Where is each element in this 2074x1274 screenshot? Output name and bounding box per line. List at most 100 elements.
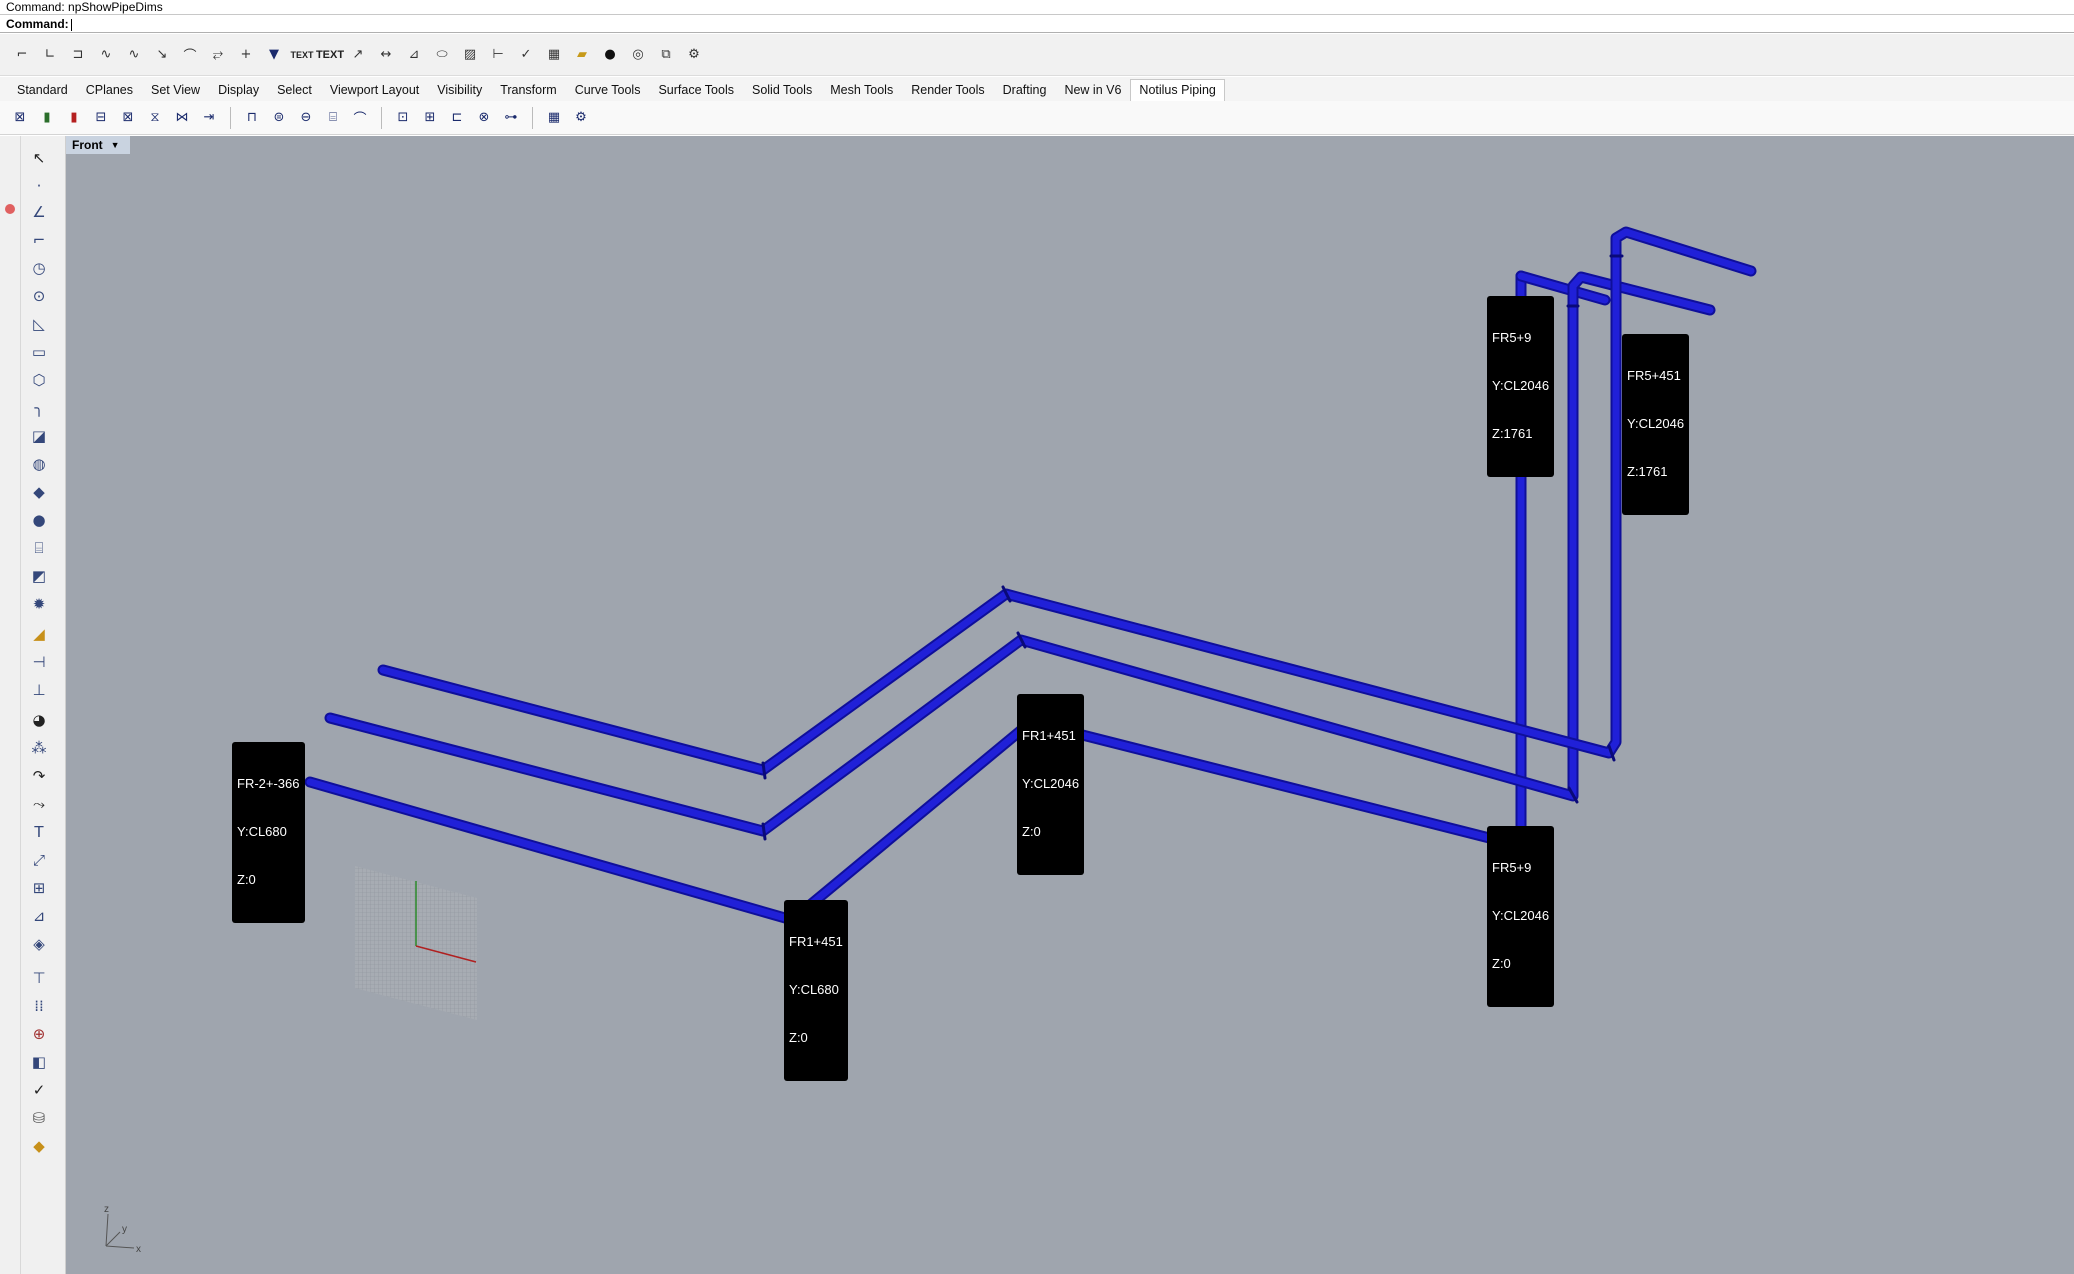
options-icon[interactable]: ⚙: [682, 43, 706, 67]
box-tool-icon[interactable]: ◆: [26, 480, 52, 504]
pipe-elbow-icon[interactable]: ⧖: [143, 106, 167, 130]
extrude-tool-icon[interactable]: ◧: [26, 1050, 52, 1074]
line-icon[interactable]: ⊐: [66, 43, 90, 67]
surface-tool-icon[interactable]: ◪: [26, 424, 52, 448]
command-line[interactable]: Command:: [0, 16, 2074, 33]
gear-tool-icon[interactable]: ✹: [26, 592, 52, 616]
polyline-icon[interactable]: ∟: [38, 43, 62, 67]
tab-set-view[interactable]: Set View: [142, 79, 209, 101]
conic-icon[interactable]: ⌒: [178, 43, 202, 67]
pipe-tree-icon[interactable]: ⊶: [499, 106, 523, 130]
curve-tool-icon[interactable]: ⌐: [26, 228, 52, 252]
tab-cplanes[interactable]: CPlanes: [77, 79, 142, 101]
pipe-bend-icon[interactable]: ⌒: [348, 106, 372, 130]
text-icon[interactable]: TEXT: [290, 43, 314, 67]
layout-icon[interactable]: ⧉: [654, 43, 678, 67]
mesh-tool-icon[interactable]: ◩: [26, 564, 52, 588]
split-tool-icon[interactable]: ⤳: [26, 792, 52, 816]
viewport-front[interactable]: Front ▼ FR-2+-366 Y:CL680 Z:0 FR1+451 Y:…: [66, 136, 2074, 1274]
chevron-down-icon[interactable]: ▼: [111, 136, 120, 154]
sphere-render-icon[interactable]: ●: [598, 43, 622, 67]
layer-tool-icon[interactable]: ◕: [26, 708, 52, 732]
tab-notilus-piping[interactable]: Notilus Piping: [1130, 79, 1225, 101]
dimension-tool-icon[interactable]: ◢: [26, 622, 52, 646]
cylinder-tool-icon[interactable]: ⌸: [26, 536, 52, 560]
tab-select[interactable]: Select: [268, 79, 321, 101]
polyline-tool-icon[interactable]: ∠: [26, 200, 52, 224]
tab-display[interactable]: Display: [209, 79, 268, 101]
interp-curve-icon[interactable]: ∿: [122, 43, 146, 67]
leader-icon[interactable]: ↗: [346, 43, 370, 67]
scale-tool-icon[interactable]: ⤢: [26, 848, 52, 872]
record-icon[interactable]: [5, 204, 15, 214]
point-icon[interactable]: +: [234, 43, 258, 67]
select-arrow-icon[interactable]: ↖: [26, 146, 52, 170]
helix-icon[interactable]: ⥂: [206, 43, 230, 67]
pipe-table-icon[interactable]: ▦: [542, 106, 566, 130]
pipe-segment-icon[interactable]: ▮: [35, 106, 59, 130]
tab-transform[interactable]: Transform: [491, 79, 566, 101]
snap-tool-icon[interactable]: ⊕: [26, 1022, 52, 1046]
annotation-icon[interactable]: ⊢: [486, 43, 510, 67]
rectangle-tool-icon[interactable]: ▭: [26, 340, 52, 364]
tab-surface-tools[interactable]: Surface Tools: [649, 79, 743, 101]
pipe-export-icon[interactable]: ⇥: [197, 106, 221, 130]
viewport-title-tab[interactable]: Front ▼: [66, 136, 130, 154]
align-tool-icon[interactable]: ⊤: [26, 966, 52, 990]
polygon-tool-icon[interactable]: ⬡: [26, 368, 52, 392]
curve-icon[interactable]: ∿: [94, 43, 118, 67]
sketch-curve-icon[interactable]: ↘: [150, 43, 174, 67]
table-icon[interactable]: ▦: [542, 43, 566, 67]
trim-tool-icon[interactable]: ↷: [26, 764, 52, 788]
tab-drafting[interactable]: Drafting: [994, 79, 1056, 101]
pipe-cylinder-icon[interactable]: ⌸: [321, 106, 345, 130]
tab-mesh-tools[interactable]: Mesh Tools: [821, 79, 902, 101]
fillet-tool-icon[interactable]: ╮: [26, 396, 52, 420]
pipe-reducer-icon[interactable]: ⊖: [294, 106, 318, 130]
project-tool-icon[interactable]: ⊿: [26, 904, 52, 928]
pipe-isometric-icon[interactable]: ⊏: [445, 106, 469, 130]
circle-tool-icon[interactable]: ◷: [26, 256, 52, 280]
tab-standard[interactable]: Standard: [8, 79, 77, 101]
text-object-icon[interactable]: TEXT: [316, 43, 344, 67]
pipe-valve-icon[interactable]: ⋈: [170, 106, 194, 130]
linear-dim-icon[interactable]: ↔: [374, 43, 398, 67]
group-tool-icon[interactable]: ⊞: [26, 876, 52, 900]
radius-dim-icon[interactable]: ⊿: [402, 43, 426, 67]
pipe-show-dims-icon[interactable]: ⊗: [472, 106, 496, 130]
pipe-settings-icon[interactable]: ⚙: [569, 106, 593, 130]
pipe-support-icon[interactable]: ⊓: [240, 106, 264, 130]
text-tool-icon[interactable]: T: [26, 820, 52, 844]
pipe-route-icon[interactable]: ⊠: [8, 106, 32, 130]
tab-viewport-layout[interactable]: Viewport Layout: [321, 79, 428, 101]
tab-render-tools[interactable]: Render Tools: [902, 79, 993, 101]
pipe-split-icon[interactable]: ⊠: [116, 106, 140, 130]
array-tool-icon[interactable]: ⁂: [26, 736, 52, 760]
tab-solid-tools[interactable]: Solid Tools: [743, 79, 821, 101]
check-icon[interactable]: ✓: [514, 43, 538, 67]
pipe-spool-icon[interactable]: ⊡: [391, 106, 415, 130]
edit-points-icon[interactable]: ⊣: [26, 650, 52, 674]
material-tool-icon[interactable]: ◆: [26, 1134, 52, 1158]
point-tool-icon[interactable]: ·: [26, 174, 52, 198]
ellipse-icon[interactable]: ⬭: [430, 43, 454, 67]
hatch-icon[interactable]: ▨: [458, 43, 482, 67]
ellipse-tool-icon[interactable]: ⊙: [26, 284, 52, 308]
grid-tool-icon[interactable]: ⁞⁞: [26, 994, 52, 1018]
arc-tool-icon[interactable]: ◺: [26, 312, 52, 336]
pipe-section-icon[interactable]: ⊜: [267, 106, 291, 130]
boolean-tool-icon[interactable]: ●: [26, 508, 52, 532]
pipe-join-icon[interactable]: ⊟: [89, 106, 113, 130]
curve-from-points-icon[interactable]: ⌐: [10, 43, 34, 67]
snapshot-icon[interactable]: ◎: [626, 43, 650, 67]
sweep-tool-icon[interactable]: ◍: [26, 452, 52, 476]
transform-tool-icon[interactable]: ⊥: [26, 678, 52, 702]
tab-new-in-v6[interactable]: New in V6: [1055, 79, 1130, 101]
render-tool-icon[interactable]: ⛁: [26, 1106, 52, 1130]
pipe-assembly-icon[interactable]: ⊞: [418, 106, 442, 130]
solid-edit-icon[interactable]: ◈: [26, 932, 52, 956]
folder-icon[interactable]: ▰: [570, 43, 594, 67]
analyze-check-icon[interactable]: ✓: [26, 1078, 52, 1102]
tab-visibility[interactable]: Visibility: [428, 79, 491, 101]
tab-curve-tools[interactable]: Curve Tools: [566, 79, 650, 101]
